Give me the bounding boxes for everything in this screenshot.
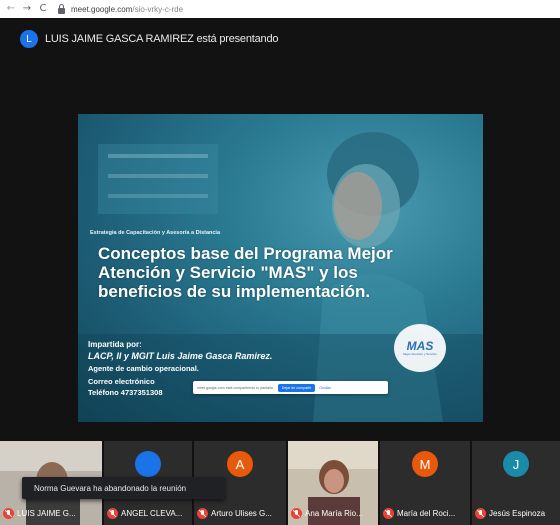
presenter-banner: L LUIS JAIME GASCA RAMIREZ está presenta… xyxy=(20,30,278,48)
slide-email: Correo electrónico xyxy=(88,377,155,386)
presenter-avatar: L xyxy=(20,30,38,48)
participant-name-row: ANGEL CLEVA... xyxy=(107,508,182,519)
slide-instructor: LACP, II y MGIT Luis Jaime Gasca Ramirez… xyxy=(88,351,273,361)
stop-sharing-button[interactable]: Dejar de compartir xyxy=(277,383,316,392)
participant-tile[interactable]: J Jesús Espinoza xyxy=(472,441,560,525)
participant-name-row: Jesús Espinoza xyxy=(475,508,545,519)
forward-arrow-icon[interactable]: → xyxy=(22,4,32,14)
participant-name: ANGEL CLEVA... xyxy=(121,509,183,518)
screen-share-bar: meet.google.com está compartiendo tu pan… xyxy=(193,381,388,394)
url-host: meet.google.com xyxy=(71,4,133,14)
participant-name-row: Ana María Rio... xyxy=(291,508,363,519)
participant-avatar xyxy=(135,451,161,477)
share-message: meet.google.com está compartiendo tu pan… xyxy=(197,385,274,390)
meet-stage: L LUIS JAIME GASCA RAMIREZ está presenta… xyxy=(0,18,560,525)
mic-off-icon xyxy=(197,508,208,519)
participant-name: LUIS JAIME G... xyxy=(17,509,76,518)
address-bar[interactable]: meet.google.com/sio-vrky-c-rde xyxy=(71,5,183,14)
participant-avatar: A xyxy=(227,451,253,477)
slide-title-line-2: Atención y Servicio "MAS" y los xyxy=(98,263,358,282)
participant-name-row: María del Roci... xyxy=(383,508,455,519)
participant-left-toast: Norma Guevara ha abandonado la reunión xyxy=(22,477,225,499)
participant-name: Jesús Espinoza xyxy=(489,509,546,518)
mic-off-icon xyxy=(3,508,14,519)
participant-tile[interactable]: Ana María Rio... xyxy=(288,441,378,525)
participant-avatar: J xyxy=(503,451,529,477)
reload-icon[interactable]: C xyxy=(38,4,48,14)
slide-phone: Teléfono 4737351308 xyxy=(88,388,163,397)
back-arrow-icon[interactable]: ← xyxy=(6,4,16,14)
presenter-label: LUIS JAIME GASCA RAMIREZ está presentand… xyxy=(45,33,279,45)
presentation-slide[interactable]: Estrategia de Capacitación y Asesoría a … xyxy=(78,114,483,422)
mic-off-icon xyxy=(107,508,118,519)
mas-logo-subtext: Mejor Atención y Servicio xyxy=(403,352,437,356)
participant-avatar: M xyxy=(412,451,438,477)
lock-icon xyxy=(58,3,65,14)
slide-subtitle: Estrategia de Capacitación y Asesoría a … xyxy=(90,230,221,236)
url-path: /sio-vrky-c-rde xyxy=(132,4,184,14)
mas-logo-word: MAS xyxy=(406,339,434,353)
slide-role: Agente de cambio operacional. xyxy=(88,364,199,373)
participant-name: Arturo Ulises G... xyxy=(211,509,272,518)
slide-title-line-3: beneficios de su implementación. xyxy=(98,282,371,301)
participant-name-row: LUIS JAIME G... xyxy=(3,508,76,519)
mas-logo: MAS Mejor Atención y Servicio xyxy=(394,324,446,372)
mic-off-icon xyxy=(291,508,302,519)
participant-tile[interactable]: M María del Roci... xyxy=(380,441,470,525)
hide-share-bar-button[interactable]: Ocultar xyxy=(319,386,331,390)
browser-toolbar: ← → C meet.google.com/sio-vrky-c-rde xyxy=(0,0,560,18)
participant-name-row: Arturo Ulises G... xyxy=(197,508,272,519)
participant-name: María del Roci... xyxy=(397,509,456,518)
mic-off-icon xyxy=(475,508,486,519)
participant-name: Ana María Rio... xyxy=(305,509,363,518)
slide-title: Conceptos base del Programa Mejor Atenci… xyxy=(98,244,480,301)
slide-title-line-1: Conceptos base del Programa Mejor xyxy=(98,244,393,263)
slide-impartida-label: Impartida por: xyxy=(88,340,142,349)
mic-off-icon xyxy=(383,508,394,519)
